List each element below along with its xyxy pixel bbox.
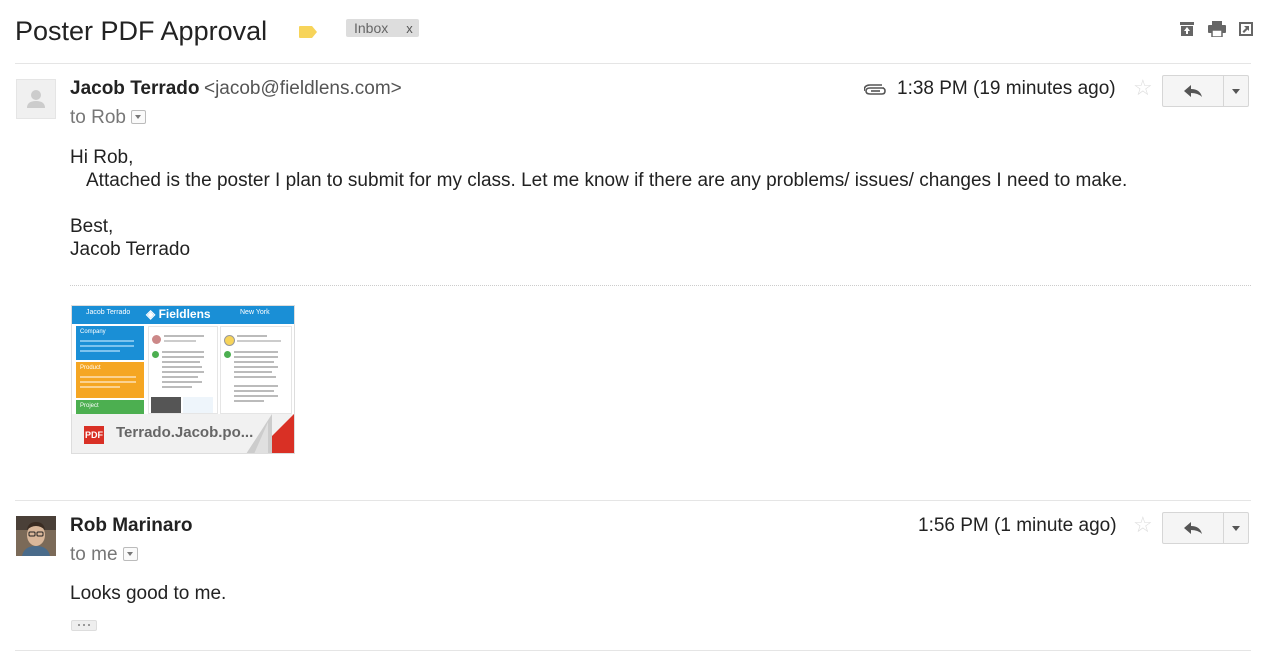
divider (15, 650, 1251, 651)
preview-section-project: Project (76, 400, 144, 414)
preview-header-right: New York (240, 309, 270, 316)
user-photo-icon (16, 516, 56, 556)
body-line: Jacob Terrado (70, 239, 191, 260)
body-line: Best, (70, 216, 114, 237)
divider (15, 500, 1251, 501)
inbox-label-text: Inbox (354, 20, 389, 36)
recipient-text: to me (70, 544, 118, 565)
preview-brand: ◈ Fieldlens (146, 307, 211, 321)
body-line: Attached is the poster I plan to submit … (86, 170, 1128, 191)
message-body: Looks good to me. (70, 583, 227, 604)
show-trimmed-content-button[interactable] (71, 620, 97, 631)
sender-line: Jacob Terrado <jacob@fieldlens.com> (70, 78, 402, 100)
attachment-footer: PDF Terrado.Jacob.po... (72, 414, 294, 453)
show-details-dropdown[interactable] (122, 546, 138, 561)
message-body: Hi Rob, Attached is the poster I plan to… (70, 146, 1127, 261)
sender-email[interactable]: <jacob@fieldlens.com> (204, 78, 402, 99)
pdf-file-icon: PDF (84, 426, 104, 444)
preview-section-company: Company (76, 326, 144, 360)
show-details-dropdown[interactable] (130, 109, 146, 124)
recipient-line: to Rob (70, 107, 146, 129)
body-line (70, 192, 1127, 215)
reply-button[interactable] (1163, 513, 1224, 543)
default-avatar-icon (27, 90, 45, 108)
print-icon[interactable] (1208, 21, 1226, 37)
sender-name[interactable]: Jacob Terrado (70, 78, 200, 99)
remove-label-button[interactable]: x (406, 21, 413, 36)
page-curl-icon (246, 414, 294, 453)
star-icon[interactable]: ☆ (1133, 512, 1153, 538)
reply-button[interactable] (1163, 76, 1224, 106)
star-icon[interactable]: ☆ (1133, 75, 1153, 101)
preview-header-left: Jacob Terrado (86, 309, 131, 316)
attachment-filename[interactable]: Terrado.Jacob.po... (116, 424, 253, 441)
reply-icon (1184, 522, 1202, 534)
avatar[interactable] (16, 516, 56, 556)
reply-icon (1184, 85, 1202, 97)
recipient-line: to me (70, 544, 138, 566)
preview-header: Jacob Terrado ◈ Fieldlens New York (72, 306, 294, 324)
preview-section-product: Product (76, 362, 144, 398)
preview-column-middle (148, 326, 218, 414)
label-tag-icon[interactable] (299, 26, 317, 38)
thread-subject: Poster PDF Approval (15, 16, 268, 46)
avatar[interactable] (16, 79, 56, 119)
more-actions-button[interactable] (1224, 513, 1248, 543)
message-time[interactable]: 1:38 PM (19 minutes ago) (897, 78, 1116, 100)
body-line: Hi Rob, (70, 147, 134, 168)
preview-column-right (220, 326, 292, 414)
attachment-separator (70, 285, 1251, 286)
attachment-card[interactable]: Jacob Terrado ◈ Fieldlens New York Compa… (71, 305, 295, 454)
new-window-icon[interactable] (1238, 21, 1254, 37)
attachment-preview: Jacob Terrado ◈ Fieldlens New York Compa… (72, 306, 294, 414)
message-time[interactable]: 1:56 PM (1 minute ago) (918, 515, 1117, 537)
sender-name[interactable]: Rob Marinaro (70, 515, 192, 537)
reply-button-group (1162, 75, 1249, 107)
recipient-text: to Rob (70, 107, 126, 128)
archive-icon[interactable] (1179, 21, 1195, 37)
more-actions-button[interactable] (1224, 76, 1248, 106)
inbox-label-chip[interactable]: Inbox x (346, 19, 419, 37)
reply-button-group (1162, 512, 1249, 544)
divider (15, 63, 1251, 64)
paperclip-icon (864, 84, 886, 95)
